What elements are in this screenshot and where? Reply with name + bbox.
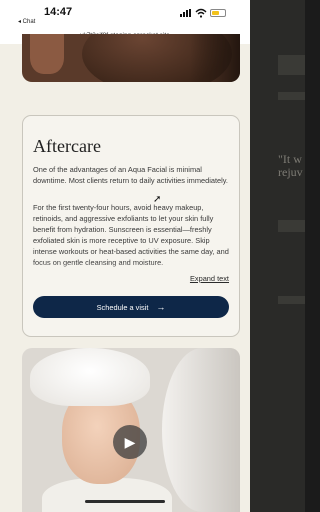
facial-treatment-image — [22, 34, 240, 82]
aftercare-paragraph-1: One of the advantages of an Aqua Facial … — [33, 165, 228, 186]
wifi-icon — [195, 8, 207, 18]
background-block — [278, 55, 305, 75]
background-block — [278, 220, 305, 232]
background-quote-text: rejuv — [278, 165, 303, 179]
back-to-chat-link[interactable]: ◂ Chat — [18, 18, 35, 25]
status-time: 14:47 — [44, 6, 73, 18]
mirror-shape — [162, 348, 240, 512]
signal-icon — [180, 9, 193, 17]
battery-icon — [210, 9, 226, 17]
schedule-visit-label: Schedule a visit — [96, 303, 149, 312]
video-player[interactable]: ▶ — [22, 348, 240, 512]
towel-shape — [30, 348, 150, 406]
home-indicator — [85, 500, 165, 503]
arrow-right-icon: → — [156, 302, 166, 312]
background-block — [278, 296, 305, 304]
aftercare-card: Aftercare One of the advantages of an Aq… — [22, 115, 240, 337]
status-bar: 14:47 ◂ Chat — [0, 0, 250, 30]
background-block — [278, 92, 305, 100]
play-icon[interactable]: ▶ — [113, 425, 147, 459]
schedule-visit-button[interactable]: Schedule a visit → — [33, 296, 229, 318]
mouse-cursor-icon: ➚ — [153, 194, 162, 205]
expand-text-link[interactable]: Expand text — [189, 274, 229, 283]
aftercare-title: Aftercare — [33, 136, 101, 156]
phone-screen: 14:47 ◂ Chat vk7t2ejf8f-staging.onrocket… — [0, 0, 250, 512]
